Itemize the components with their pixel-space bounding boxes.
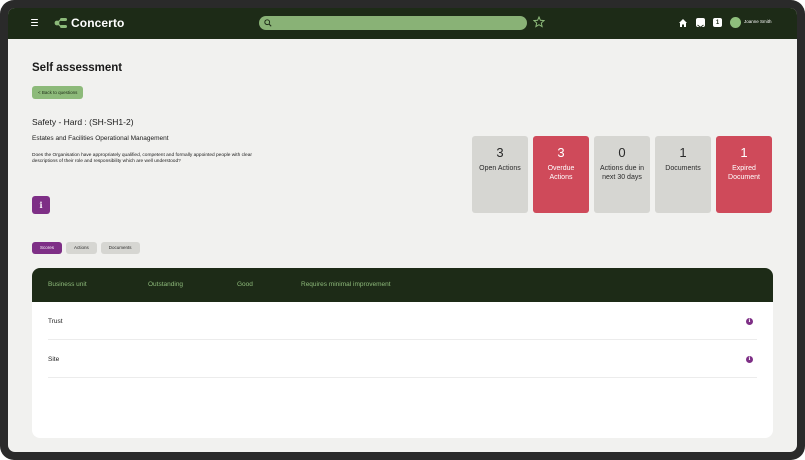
tab-bar: Scores Actions Documents: [32, 242, 140, 254]
stat-value: 0: [618, 145, 626, 160]
stat-overdue-actions[interactable]: 3 Overdue Actions: [533, 136, 589, 213]
stat-value: 3: [496, 145, 504, 160]
user-name[interactable]: Joanne Smith: [744, 19, 772, 24]
table-row[interactable]: Trust i: [48, 302, 757, 340]
summary-stats: 3 Open Actions 3 Overdue Actions 0 Actio…: [472, 136, 772, 213]
back-to-questions-button[interactable]: < Back to questions: [32, 86, 84, 99]
concerto-logo-icon: [54, 18, 67, 28]
tab-actions[interactable]: Actions: [66, 242, 97, 254]
info-icon[interactable]: i: [746, 318, 753, 325]
top-navigation-bar: Concerto 1 Joanne Smith: [8, 8, 797, 39]
stat-label: Open Actions: [479, 165, 521, 172]
mail-icon[interactable]: [696, 18, 705, 28]
stat-open-actions[interactable]: 3 Open Actions: [472, 136, 528, 213]
stat-documents[interactable]: 1 Documents: [655, 136, 711, 213]
business-unit-cell: Trust: [48, 318, 63, 325]
scores-table: Business unit Outstanding Good Requires …: [32, 268, 773, 438]
column-header-good[interactable]: Good: [237, 281, 253, 288]
tab-documents[interactable]: Documents: [100, 242, 140, 254]
app-screen: Concerto 1 Joanne Smith Self assessment …: [8, 8, 797, 452]
stat-label: Documents: [665, 165, 701, 172]
stat-label: Overdue Actions: [547, 165, 575, 182]
stat-value: 1: [679, 145, 687, 160]
column-header-requires-minimal-improvement[interactable]: Requires minimal improvement: [301, 281, 391, 288]
stat-label: Actions due in next 30 days: [600, 165, 644, 182]
column-header-outstanding[interactable]: Outstanding: [148, 281, 183, 288]
home-icon[interactable]: [678, 18, 688, 28]
device-frame: Concerto 1 Joanne Smith Self assessment …: [0, 0, 805, 460]
business-unit-cell: Site: [48, 356, 60, 363]
stat-expired-documents[interactable]: 1 Expired Document: [716, 136, 772, 213]
menu-icon[interactable]: [31, 19, 38, 27]
table-row[interactable]: Site i: [48, 340, 757, 378]
star-icon[interactable]: [533, 16, 545, 28]
tab-scores[interactable]: Scores: [32, 242, 63, 254]
avatar[interactable]: [730, 17, 741, 28]
brand-logo[interactable]: Concerto: [54, 16, 124, 30]
search-icon: [264, 19, 272, 27]
stat-value: 3: [557, 145, 565, 160]
stat-value: 1: [740, 145, 748, 160]
info-icon[interactable]: i: [746, 356, 753, 363]
question-code: Safety - Hard : (SH-SH1-2): [32, 117, 134, 127]
stat-actions-due-30-days[interactable]: 0 Actions due in next 30 days: [594, 136, 650, 213]
stat-label: Expired Document: [728, 165, 760, 182]
question-area: Estates and Facilities Operational Manag…: [32, 135, 169, 142]
column-header-business-unit[interactable]: Business unit: [48, 281, 87, 288]
brand-name: Concerto: [71, 16, 125, 30]
search-input[interactable]: [259, 16, 527, 30]
table-header: Business unit Outstanding Good Requires …: [32, 268, 773, 302]
page-title: Self assessment: [32, 62, 123, 74]
info-button[interactable]: i: [32, 196, 50, 214]
question-text: Does the Organisation have appropriately…: [32, 153, 252, 165]
calendar-icon[interactable]: 1: [713, 18, 722, 27]
